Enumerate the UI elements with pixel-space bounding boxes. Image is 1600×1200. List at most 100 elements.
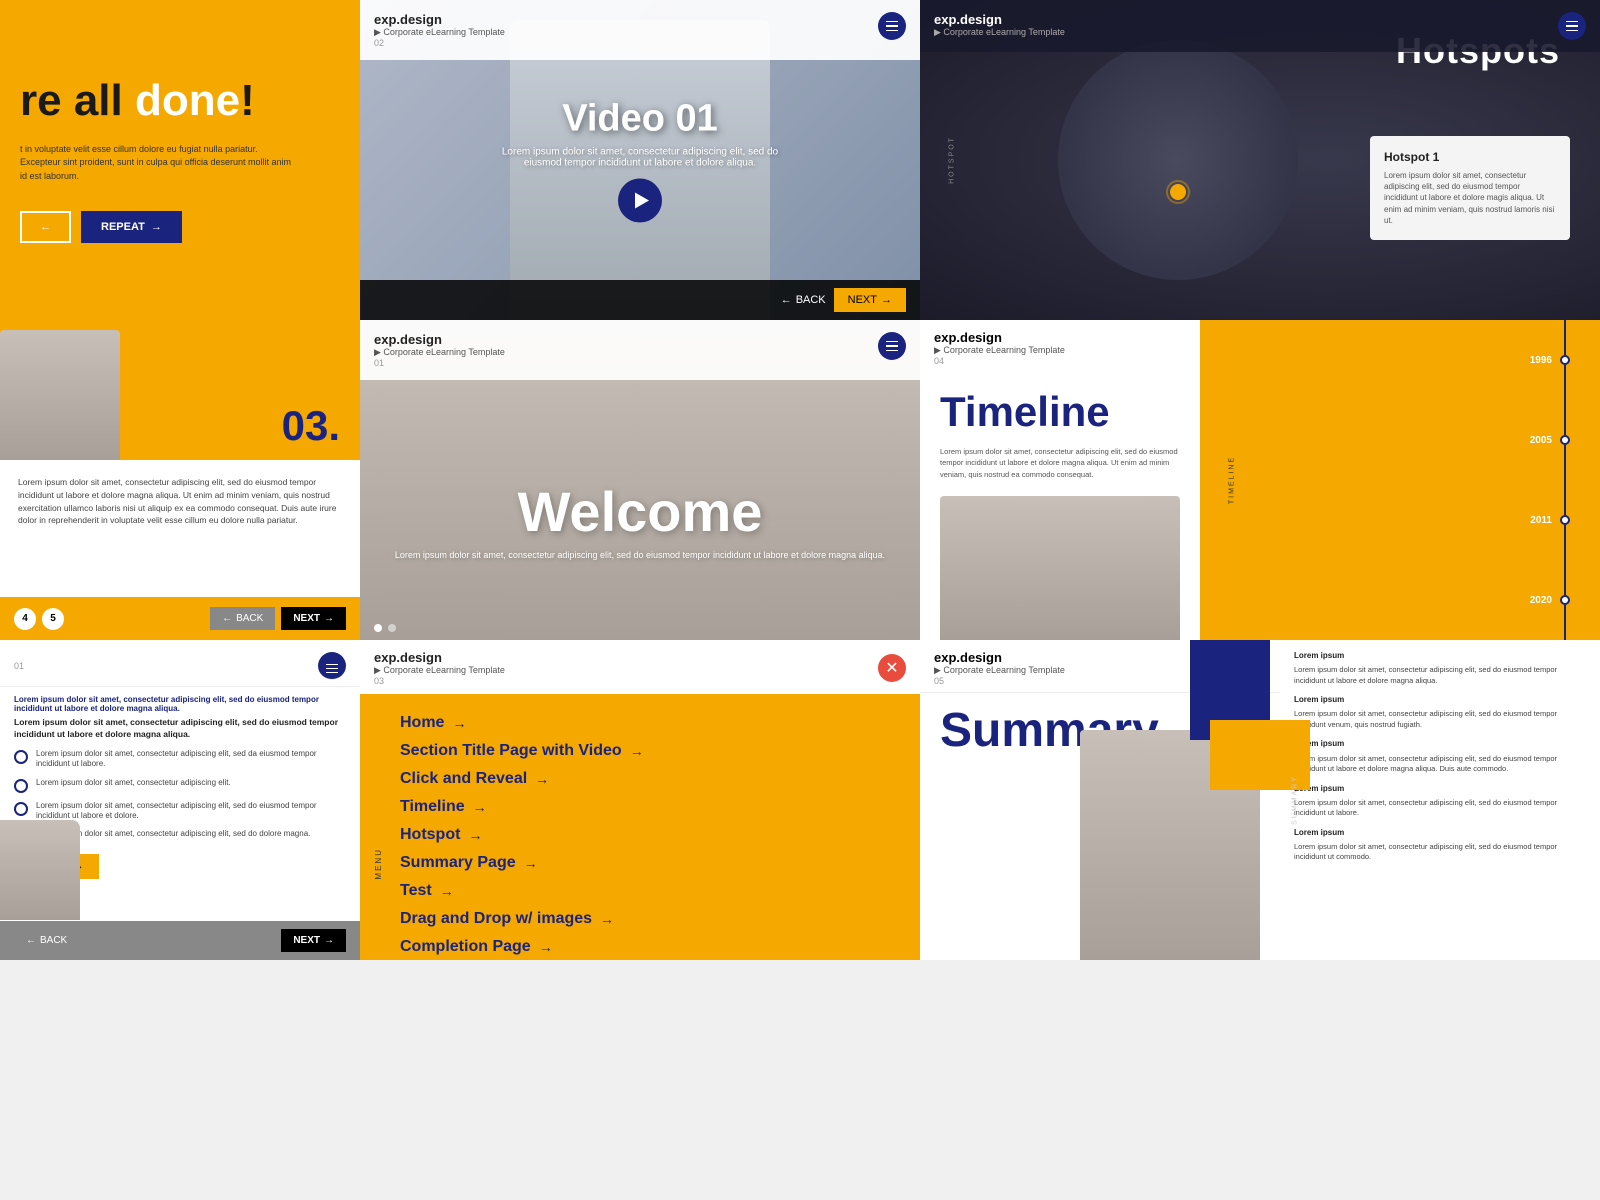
video-header: exp.design ▶ Corporate eLearning Templat… xyxy=(360,0,920,60)
quiz-next-button[interactable]: NEXT → xyxy=(281,929,346,952)
nav-dot-2[interactable] xyxy=(388,624,396,632)
summary-cell: exp.design ▶ Corporate eLearning Templat… xyxy=(920,640,1600,960)
menu-item-completion[interactable]: Completion Page → xyxy=(400,938,880,956)
video-label: Video 01 Lorem ipsum dolor sit amet, con… xyxy=(500,98,780,223)
timeline-entry-1996: 1996 xyxy=(1530,355,1570,366)
welcome-menu-icon[interactable] xyxy=(878,332,906,360)
timeline-cell: exp.design ▶ Corporate eLearning Templat… xyxy=(920,320,1600,640)
quiz-cell: 01 Lorem ipsum dolor sit amet, consectet… xyxy=(0,640,360,960)
video-footer: ← BACK NEXT → xyxy=(360,280,920,320)
quiz-person-image xyxy=(0,820,80,920)
video-cell: exp.design ▶ Corporate eLearning Templat… xyxy=(360,0,920,320)
quiz-option-1[interactable]: Lorem ipsum dolor sit amet, consectetur … xyxy=(14,749,346,770)
quiz-header: 01 xyxy=(0,640,360,687)
video-next-button[interactable]: NEXT → xyxy=(834,288,906,312)
play-button[interactable] xyxy=(618,179,662,223)
video-menu-icon[interactable] xyxy=(878,12,906,40)
timeline-right: 1996 2005 2011 2020 TIMELINE xyxy=(1200,320,1600,640)
hotspot-popup: Hotspot 1 Lorem ipsum dolor sit amet, co… xyxy=(1370,136,1570,240)
summary-brand: exp.design ▶ Corporate eLearning Templat… xyxy=(934,650,1065,686)
quiz-menu-icon[interactable] xyxy=(318,652,346,680)
timeline-entry-2020: 2020 xyxy=(1530,595,1570,606)
option-2-radio[interactable] xyxy=(14,779,28,793)
timeline-slide-num: 04 xyxy=(934,356,1065,366)
completion-body: t in voluptate velit esse cillum dolore … xyxy=(20,143,300,184)
accordion-back-button[interactable]: ← BACK xyxy=(210,607,275,630)
nav-dot-1[interactable] xyxy=(374,624,382,632)
summary-right: Lorem ipsum Lorem ipsum dolor sit amet, … xyxy=(1280,640,1600,960)
menu-close-button[interactable]: ✕ xyxy=(878,654,906,682)
completion-headline: re all done! xyxy=(20,77,330,125)
option-3-radio[interactable] xyxy=(14,802,28,816)
menu-item-test[interactable]: Test → xyxy=(400,882,880,900)
accordion-person-image xyxy=(0,330,120,460)
hotspot-menu-icon[interactable] xyxy=(1558,12,1586,40)
repeat-arrow: → xyxy=(151,221,162,233)
welcome-nav-dots xyxy=(374,624,396,632)
menu-slide-num: 03 xyxy=(374,676,505,686)
welcome-text: Welcome Lorem ipsum dolor sit amet, cons… xyxy=(360,479,920,560)
back-button[interactable]: ← xyxy=(20,211,71,243)
table-circle xyxy=(1058,40,1298,280)
summary-text: Lorem ipsum Lorem ipsum dolor sit amet, … xyxy=(1294,650,1586,863)
menu-sidebar-label: MENU xyxy=(374,848,383,880)
hotspot-sidebar-label: HOTSPOT xyxy=(948,136,955,184)
accordion-footer: 4 5 ← BACK NEXT → xyxy=(0,597,360,640)
hotspot-header: exp.design ▶ Corporate eLearning Templat… xyxy=(920,0,1600,52)
page-4-dot[interactable]: 4 xyxy=(14,608,36,630)
timeline-entry-2011: 2011 xyxy=(1530,515,1570,526)
hotspot-brand: exp.design ▶ Corporate eLearning Templat… xyxy=(934,12,1065,38)
quiz-subtitle: Lorem ipsum dolor sit amet, consectetur … xyxy=(14,695,346,713)
menu-item-click-reveal[interactable]: Click and Reveal → xyxy=(400,770,880,788)
video-slide-num: 02 xyxy=(374,38,505,48)
timeline-content: Timeline Lorem ipsum dolor sit amet, con… xyxy=(920,372,1200,496)
welcome-cell: exp.design ▶ Corporate eLearning Templat… xyxy=(360,320,920,640)
quiz-option-3[interactable]: Lorem ipsum dolor sit amet, consectetur … xyxy=(14,801,346,822)
quiz-footer: ← BACK NEXT → xyxy=(0,921,360,960)
repeat-button[interactable]: REPEAT → xyxy=(81,211,182,243)
timeline-entries: 1996 2005 2011 2020 xyxy=(1530,320,1570,640)
accordion-top-strip: 03. xyxy=(0,320,360,460)
timeline-header: exp.design ▶ Corporate eLearning Templat… xyxy=(920,320,1200,372)
hotspot-cell: exp.design ▶ Corporate eLearning Templat… xyxy=(920,0,1600,320)
quiz-slide-num: 01 xyxy=(14,661,24,671)
menu-header: exp.design ▶ Corporate eLearning Templat… xyxy=(360,640,920,694)
menu-item-drag-drop[interactable]: Drag and Drop w/ images → xyxy=(400,910,880,928)
timeline-left: exp.design ▶ Corporate eLearning Templat… xyxy=(920,320,1200,640)
timeline-sidebar-label: TIMELINE xyxy=(1229,456,1236,504)
summary-slide-num: 05 xyxy=(934,676,1065,686)
menu-item-home[interactable]: Home → xyxy=(400,714,880,732)
timeline-title: Timeline xyxy=(940,388,1180,436)
video-back-button[interactable]: ← BACK xyxy=(773,294,834,306)
timeline-entry-2005: 2005 xyxy=(1530,435,1570,446)
timeline-desc: Lorem ipsum dolor sit amet, consectetur … xyxy=(940,446,1180,480)
hotspot-dot-1[interactable] xyxy=(1170,184,1186,200)
option-1-radio[interactable] xyxy=(14,750,28,764)
timeline-person-image xyxy=(940,496,1180,640)
menu-item-timeline[interactable]: Timeline → xyxy=(400,798,880,816)
menu-cell: exp.design ▶ Corporate eLearning Templat… xyxy=(360,640,920,960)
headline-highlight: done xyxy=(135,76,240,125)
welcome-header: exp.design ▶ Corporate eLearning Templat… xyxy=(360,320,920,380)
menu-item-section-title[interactable]: Section Title Page with Video → xyxy=(400,742,880,760)
welcome-slide-num: 01 xyxy=(374,358,505,368)
accordion-number: 03. xyxy=(282,402,340,450)
accordion-nav: ← BACK NEXT → xyxy=(210,607,346,630)
quiz-brand: 01 xyxy=(14,661,24,671)
welcome-brand: exp.design ▶ Corporate eLearning Templat… xyxy=(374,332,505,368)
accordion-next-button[interactable]: NEXT → xyxy=(281,607,346,630)
summary-left: exp.design ▶ Corporate eLearning Templat… xyxy=(920,640,1280,960)
page-5-dot[interactable]: 5 xyxy=(42,608,64,630)
quiz-option-2[interactable]: Lorem ipsum dolor sit amet, consectetur … xyxy=(14,778,346,793)
summary-sidebar-label: SUMMARY xyxy=(1291,775,1298,825)
completion-buttons: ← REPEAT → xyxy=(20,211,330,243)
menu-item-hotspot[interactable]: Hotspot → xyxy=(400,826,880,844)
completion-cell: re all done! t in voluptate velit esse c… xyxy=(0,0,360,320)
menu-item-summary[interactable]: Summary Page → xyxy=(400,854,880,872)
quiz-back-button[interactable]: ← BACK xyxy=(14,929,79,952)
timeline-brand: exp.design ▶ Corporate eLearning Templat… xyxy=(934,330,1065,366)
pagination-dots: 4 5 xyxy=(14,608,64,630)
accordion-cell: 03. Lorem ipsum dolor sit amet, consecte… xyxy=(0,320,360,640)
welcome-nav xyxy=(374,624,906,632)
video-brand: exp.design ▶ Corporate eLearning Templat… xyxy=(374,12,505,48)
